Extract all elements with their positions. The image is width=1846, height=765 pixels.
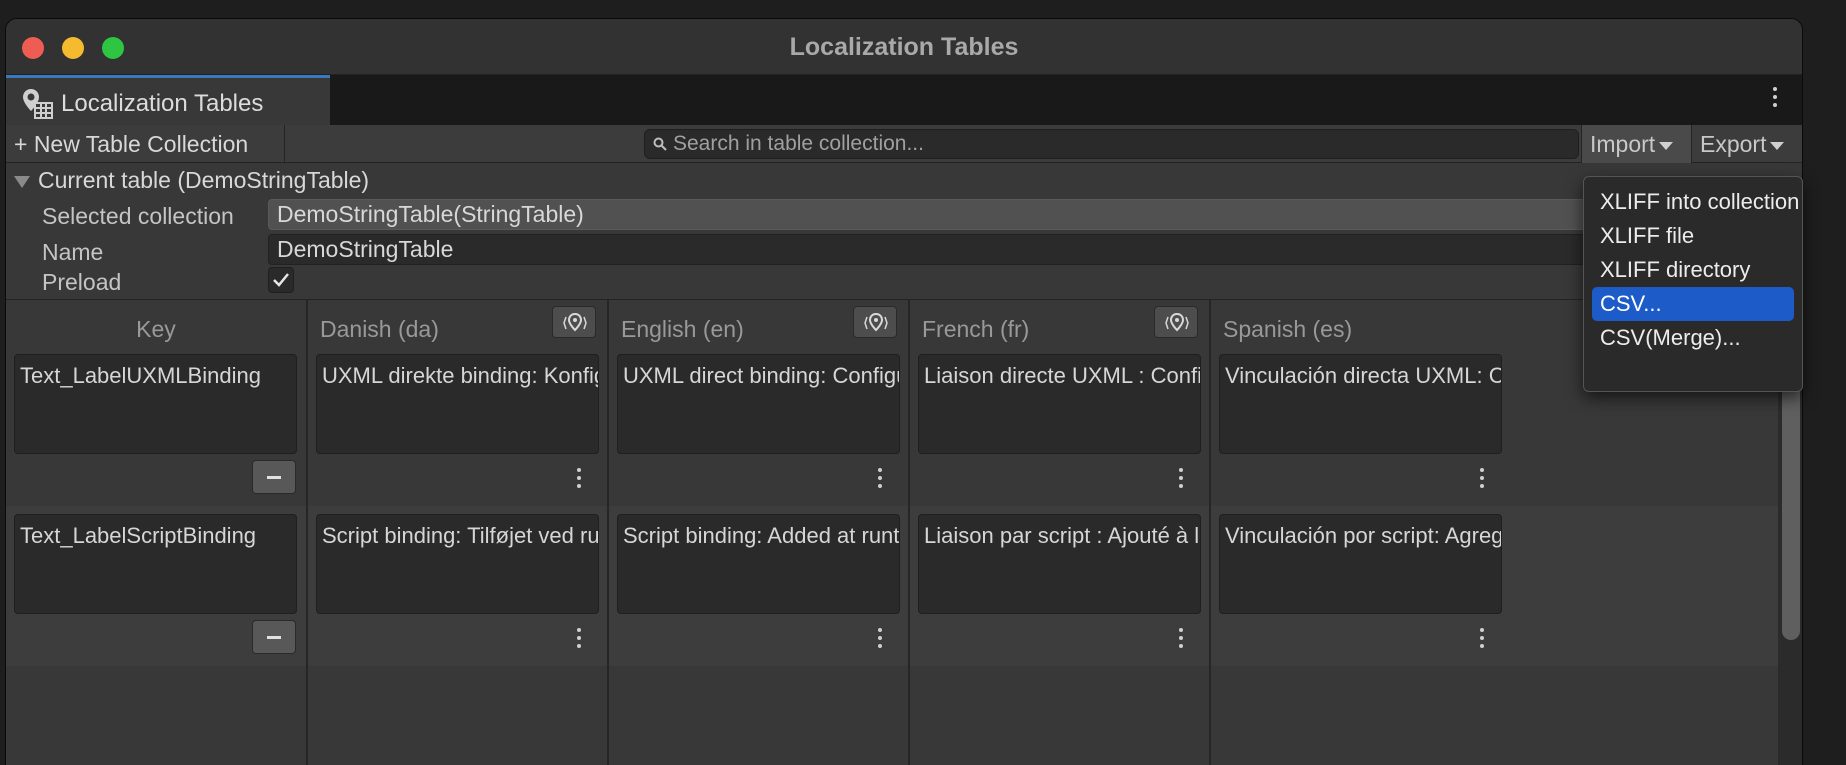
localization-table-icon — [23, 89, 53, 119]
translation-cell[interactable]: Liaison directe UXML : Confi — [918, 354, 1201, 454]
column-header: French (fr) — [910, 300, 1209, 346]
menu-item-xliff-directory[interactable]: XLIFF directory — [1592, 253, 1794, 287]
column-header-label: Spanish (es) — [1223, 316, 1353, 342]
column-header-label: Danish (da) — [320, 316, 439, 342]
import-dropdown-menu: XLIFF into collection XLIFF file XLIFF d… — [1583, 176, 1803, 392]
locale-pin-icon — [864, 312, 888, 332]
import-button[interactable]: Import — [1581, 125, 1691, 163]
locale-select-button[interactable] — [1154, 306, 1198, 338]
new-table-collection-button[interactable]: + New Table Collection — [6, 125, 285, 163]
search-icon — [653, 137, 667, 151]
tab-label: Localization Tables — [61, 90, 264, 117]
name-label: Name — [42, 239, 104, 265]
foldout-arrow-icon — [14, 175, 30, 188]
menu-item-xliff-into-collection[interactable]: XLIFF into collection — [1592, 185, 1799, 219]
tab-localization-tables[interactable]: Localization Tables — [6, 75, 330, 125]
translation-cell[interactable]: Script binding: Added at runt — [617, 514, 900, 614]
caret-down-icon — [1770, 141, 1785, 150]
entry-menu-kebab-icon[interactable] — [1176, 628, 1186, 652]
column-header: English (en) — [609, 300, 908, 346]
minus-icon — [267, 476, 281, 479]
toolbar: + New Table Collection Import Export — [6, 125, 1802, 163]
preload-checkbox[interactable] — [268, 267, 294, 293]
export-button[interactable]: Export — [1691, 125, 1802, 163]
current-table-section: Current table (DemoStringTable) Selected… — [6, 163, 1802, 299]
caret-down-icon — [1659, 141, 1674, 150]
scrollbar-thumb[interactable] — [1782, 370, 1800, 640]
translation-cell[interactable]: Script binding: Tilføjet ved ru — [316, 514, 599, 614]
window-title: Localization Tables — [789, 33, 1019, 61]
current-table-header: Current table (DemoStringTable) — [38, 167, 370, 193]
column-header: Key — [6, 300, 306, 346]
key-cell[interactable]: Text_LabelUXMLBinding — [14, 354, 297, 454]
translation-cell[interactable]: UXML direkte binding: Konfig — [316, 354, 599, 454]
locale-select-button[interactable] — [552, 306, 596, 338]
key-column: Key Text_LabelUXMLBinding Text_LabelScri… — [6, 300, 308, 765]
column-header: Spanish (es) — [1211, 300, 1512, 346]
title-bar: Localization Tables — [6, 19, 1802, 75]
entry-menu-kebab-icon[interactable] — [875, 468, 885, 492]
remove-entry-button[interactable] — [252, 620, 296, 654]
minus-icon — [267, 636, 281, 639]
entry-menu-kebab-icon[interactable] — [875, 628, 885, 652]
column-header-label: French (fr) — [922, 316, 1030, 342]
translation-cell[interactable]: Vinculación por script: Agreg — [1219, 514, 1502, 614]
column-header-label: Key — [136, 316, 176, 342]
locale-select-button[interactable] — [853, 306, 897, 338]
entry-menu-kebab-icon[interactable] — [574, 628, 584, 652]
menu-item-csv[interactable]: CSV... — [1592, 287, 1794, 321]
preload-label: Preload — [42, 269, 122, 295]
table-grid: Key Text_LabelUXMLBinding Text_LabelScri… — [6, 299, 1802, 765]
translation-cell[interactable]: UXML direct binding: Configu — [617, 354, 900, 454]
translation-cell[interactable]: Vinculación directa UXML: C — [1219, 354, 1502, 454]
checkmark-icon — [273, 273, 289, 287]
danish-column: Danish (da) UXML direkte binding: Konfig… — [308, 300, 609, 765]
column-header-label: English (en) — [621, 316, 744, 342]
window-options-kebab-icon[interactable] — [1770, 87, 1780, 113]
vertical-scrollbar[interactable] — [1778, 354, 1802, 765]
entry-menu-kebab-icon[interactable] — [574, 468, 584, 492]
translation-cell[interactable]: Liaison par script : Ajouté à l' — [918, 514, 1201, 614]
menu-item-csv-merge[interactable]: CSV(Merge)... — [1592, 321, 1794, 355]
tab-strip: Localization Tables — [6, 75, 1802, 125]
menu-item-xliff-file[interactable]: XLIFF file — [1592, 219, 1794, 253]
current-table-foldout[interactable]: Current table (DemoStringTable) — [14, 167, 369, 194]
search-input[interactable] — [673, 130, 1563, 158]
column-header: Danish (da) — [308, 300, 607, 346]
entry-menu-kebab-icon[interactable] — [1477, 468, 1487, 492]
entry-menu-kebab-icon[interactable] — [1477, 628, 1487, 652]
english-column: English (en) UXML direct binding: Config… — [609, 300, 910, 765]
selected-collection-label: Selected collection — [42, 203, 234, 229]
locale-pin-icon — [563, 312, 587, 332]
spanish-column: Spanish (es) Vinculación directa UXML: C… — [1211, 300, 1512, 765]
french-column: French (fr) Liaison directe UXML : Confi… — [910, 300, 1211, 765]
localization-tables-window: Localization Tables Localization Tables … — [5, 18, 1803, 765]
search-field[interactable] — [644, 129, 1579, 159]
selected-collection-field[interactable]: DemoStringTable(StringTable) — [268, 199, 1588, 230]
key-cell[interactable]: Text_LabelScriptBinding — [14, 514, 297, 614]
import-label: Import — [1590, 131, 1656, 157]
locale-pin-icon — [1165, 312, 1189, 332]
entry-menu-kebab-icon[interactable] — [1176, 468, 1186, 492]
export-label: Export — [1700, 131, 1767, 157]
remove-entry-button[interactable] — [252, 460, 296, 494]
name-field[interactable]: DemoStringTable — [268, 234, 1588, 265]
